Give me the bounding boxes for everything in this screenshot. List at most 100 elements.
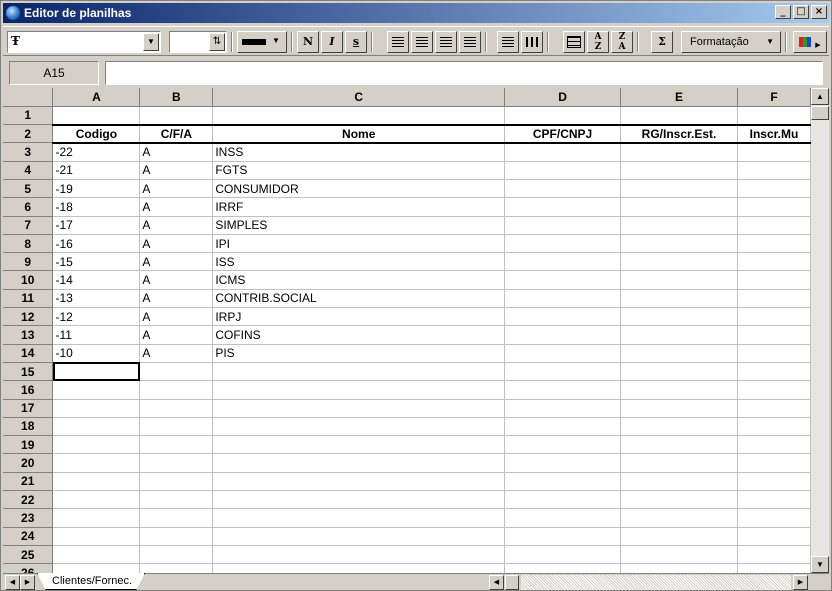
grid-cell[interactable]	[504, 362, 622, 382]
grid-cell[interactable]	[737, 252, 811, 272]
align-right-button[interactable]	[435, 31, 457, 53]
italic-button[interactable]: I	[321, 31, 343, 53]
grid-cell[interactable]	[737, 270, 811, 290]
row-header[interactable]: 12	[3, 307, 54, 327]
grid-cell[interactable]	[52, 417, 141, 437]
grid-cell[interactable]: -19	[52, 179, 141, 199]
column-header-c[interactable]: C	[212, 88, 506, 107]
grid-cell[interactable]: ISS	[212, 252, 506, 272]
grid-cell[interactable]	[212, 106, 506, 126]
column-header-e[interactable]: E	[620, 88, 738, 107]
row-header[interactable]: 2	[3, 124, 54, 144]
scroll-up-arrow-icon[interactable]: ▲	[811, 88, 829, 105]
sheet-tab-clientes[interactable]: Clientes/Fornec.	[37, 573, 146, 590]
close-button[interactable]: ×	[811, 5, 827, 19]
grid-cell[interactable]	[620, 106, 738, 126]
grid-cell[interactable]	[504, 545, 622, 565]
grid-cell[interactable]	[139, 508, 214, 528]
grid-cell[interactable]	[504, 106, 622, 126]
grid-cell[interactable]	[737, 527, 811, 546]
grid-cell[interactable]	[52, 362, 141, 382]
grid-cell[interactable]	[504, 289, 622, 309]
sort-descending-button[interactable]: ZA	[611, 31, 633, 53]
column-header-a[interactable]: A	[52, 88, 141, 107]
grid-cell[interactable]	[139, 545, 214, 565]
formula-input[interactable]	[105, 61, 823, 85]
grid-cell[interactable]: -12	[52, 307, 141, 327]
grid-cell[interactable]	[620, 399, 738, 418]
grid-cell[interactable]	[139, 362, 214, 382]
grid-cell[interactable]: SIMPLES	[212, 216, 506, 235]
grid-cell[interactable]: CPF/CNPJ	[504, 123, 622, 144]
grid-cell[interactable]	[504, 142, 622, 162]
grid-cell[interactable]	[620, 527, 738, 546]
grid-cell[interactable]: INSS	[212, 142, 506, 162]
vertical-scroll-thumb[interactable]	[811, 106, 829, 120]
grid-cell[interactable]	[504, 435, 622, 455]
grid-cell[interactable]	[737, 344, 811, 363]
grid-cell[interactable]	[620, 252, 738, 272]
grid-cell[interactable]	[620, 362, 738, 382]
grid-cell[interactable]	[52, 545, 141, 565]
grid-cell[interactable]	[212, 472, 506, 492]
grid-cell[interactable]	[504, 417, 622, 437]
grid-cell[interactable]	[620, 142, 738, 162]
grid-cell[interactable]	[139, 380, 214, 400]
grid-cell[interactable]	[139, 106, 214, 126]
row-header[interactable]: 3	[3, 142, 54, 162]
maximize-button[interactable]: □	[793, 5, 809, 19]
grid-cell[interactable]	[620, 563, 738, 573]
grid-cell[interactable]	[737, 197, 811, 217]
format-dropdown-button[interactable]: Formatação ▼	[681, 31, 781, 53]
grid-cell[interactable]: IRPJ	[212, 307, 506, 327]
grid-cell[interactable]	[620, 435, 738, 455]
grid-cell[interactable]	[504, 472, 622, 492]
grid-cell[interactable]: CONTRIB.SOCIAL	[212, 289, 506, 309]
grid-cell[interactable]: Nome	[212, 123, 506, 144]
grid-cell[interactable]: IPI	[212, 234, 506, 254]
grid-cell[interactable]: CONSUMIDOR	[212, 179, 506, 199]
grid-cell[interactable]: A	[139, 252, 214, 272]
grid-cell[interactable]	[737, 106, 811, 126]
grid-cell[interactable]: A	[139, 142, 214, 162]
grid-cell[interactable]	[620, 325, 738, 345]
grid-cell[interactable]	[139, 563, 214, 573]
grid-cell[interactable]	[737, 417, 811, 437]
grid-cell[interactable]	[52, 563, 141, 573]
grid-cell[interactable]	[504, 161, 622, 180]
grid-cell[interactable]	[212, 399, 506, 418]
grid-cell[interactable]	[139, 435, 214, 455]
grid-cell[interactable]	[139, 490, 214, 510]
vertical-scrollbar[interactable]: ▲ ▼	[811, 88, 829, 573]
spreadsheet-grid[interactable]: A B C D E F 1 2 Codigo C/F/A Nome CPF/CNPJ RG/…	[3, 88, 811, 573]
grid-cell[interactable]	[620, 289, 738, 309]
row-header[interactable]: 21	[3, 472, 54, 492]
row-header[interactable]: 10	[3, 270, 54, 290]
grid-cell[interactable]: -11	[52, 325, 141, 345]
row-header[interactable]: 4	[3, 161, 54, 180]
row-header[interactable]: 15	[3, 362, 54, 382]
merge-cells-button[interactable]	[563, 31, 585, 53]
grid-cell[interactable]	[620, 490, 738, 510]
select-all-corner[interactable]	[3, 88, 54, 107]
grid-cell[interactable]	[620, 270, 738, 290]
grid-cell[interactable]	[504, 197, 622, 217]
grid-cell[interactable]	[52, 527, 141, 546]
grid-cell[interactable]	[212, 545, 506, 565]
row-header[interactable]: 25	[3, 545, 54, 565]
grid-cell[interactable]	[620, 545, 738, 565]
grid-cell[interactable]	[737, 508, 811, 528]
grid-cell[interactable]	[504, 563, 622, 573]
grid-cell[interactable]: A	[139, 216, 214, 235]
grid-cell[interactable]	[212, 435, 506, 455]
grid-cell[interactable]	[737, 234, 811, 254]
row-header[interactable]: 14	[3, 344, 54, 363]
grid-cell[interactable]	[737, 142, 811, 162]
grid-cell[interactable]	[737, 380, 811, 400]
horizontal-scroll-thumb[interactable]	[505, 575, 519, 590]
grid-cell[interactable]: FGTS	[212, 161, 506, 180]
grid-cell[interactable]	[504, 508, 622, 528]
grid-cell[interactable]	[504, 490, 622, 510]
scroll-right-arrow-icon[interactable]: ▶	[793, 575, 808, 590]
grid-cell[interactable]	[504, 325, 622, 345]
